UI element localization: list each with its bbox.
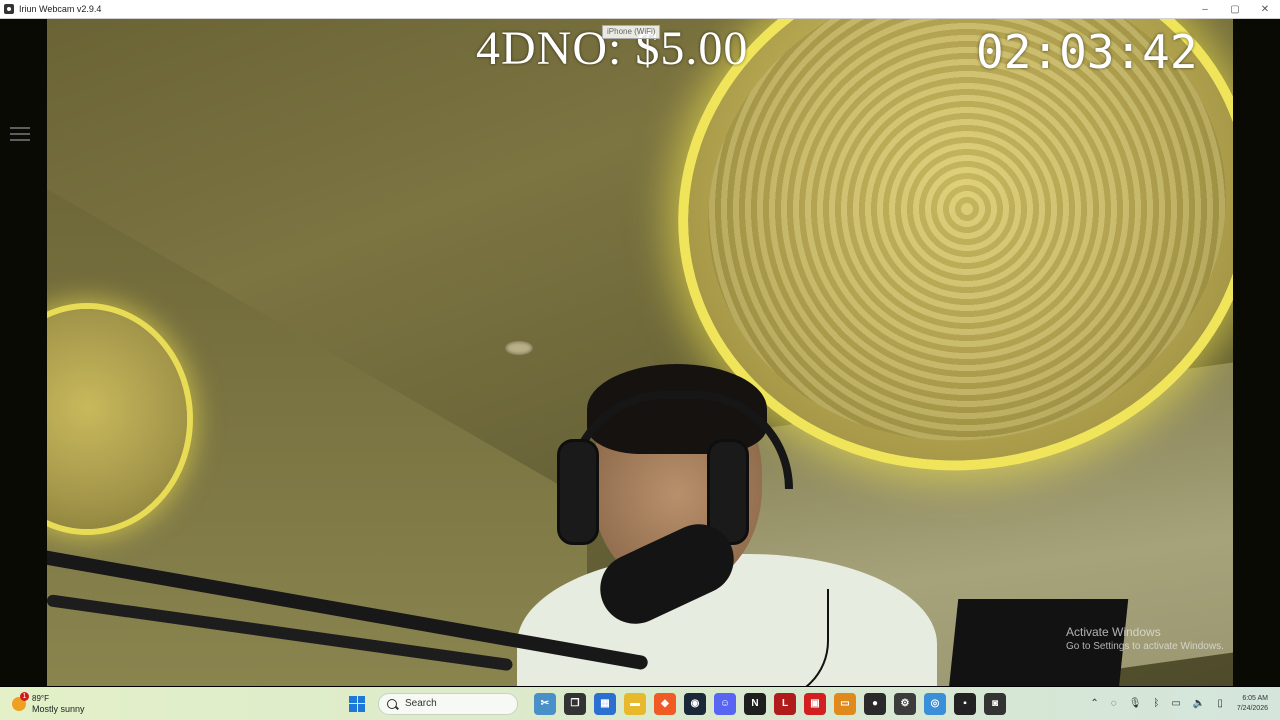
weather-temperature: 89°F <box>32 693 49 703</box>
taskbar-clock[interactable]: 6:05 AM 7/24/2026 <box>1237 694 1268 714</box>
window-title-bar: Iriun Webcam v2.9.4 – ▢ ✕ <box>0 0 1280 19</box>
iriun-app-icon <box>4 4 14 14</box>
watermark-title: Activate Windows <box>1066 625 1161 639</box>
chevron-up-icon[interactable]: ⌃ <box>1090 698 1098 709</box>
brave-icon[interactable]: ◆ <box>654 692 676 715</box>
window-title: Iriun Webcam v2.9.4 <box>19 4 102 14</box>
camera-app-icon[interactable]: ◙ <box>984 692 1006 715</box>
app-red-icon[interactable]: L <box>774 692 796 715</box>
minimize-button[interactable]: – <box>1190 0 1220 18</box>
taskbar-app-list: ✂ ❐ ▦ ▬ ◆ ◉ ☺ N L ▣ ▭ ● ⚙ ◎ ▪ ◙ <box>530 692 1010 715</box>
sun-icon: 1 <box>12 691 29 711</box>
steam-icon[interactable]: ◉ <box>684 692 706 715</box>
network-icon[interactable]: ◌ <box>1111 698 1117 709</box>
taskbar-search-box[interactable]: Search <box>378 692 518 715</box>
clock-date: 7/24/2026 <box>1236 704 1268 712</box>
webcam-feed <box>47 19 1233 686</box>
search-label: Search <box>405 698 437 709</box>
watermark-subtitle: Go to Settings to activate Windows. <box>1066 641 1224 652</box>
nvidia-icon[interactable]: N <box>744 692 766 715</box>
microphone-icon[interactable]: 🎙 <box>1129 698 1142 709</box>
store-icon[interactable]: ▦ <box>594 692 616 715</box>
roblox-studio-icon[interactable]: ▣ <box>804 692 826 715</box>
display-icon[interactable]: ▭ <box>1171 698 1180 709</box>
system-tray: ⌃ ◌ 🎙 ᛒ ▭ 🔈 ▯ <box>1084 698 1228 709</box>
task-view-icon[interactable]: ❐ <box>564 692 586 715</box>
windows-start-button[interactable] <box>349 695 365 712</box>
headphone-left-cup <box>557 439 599 545</box>
weather-condition: Mostly sunny <box>32 703 85 714</box>
window-controls: – ▢ ✕ <box>1190 0 1280 18</box>
headphone-cable <box>727 589 829 686</box>
bluetooth-icon[interactable]: ᛒ <box>1153 698 1159 709</box>
settings-gear-icon[interactable]: ⚙ <box>894 692 916 715</box>
app-orange-icon[interactable]: ▭ <box>834 692 856 715</box>
iriun-webcam-icon[interactable]: ◎ <box>924 692 946 715</box>
discord-icon[interactable]: ☺ <box>714 692 736 715</box>
notification-badge: 1 <box>20 691 29 701</box>
ceiling-spotlight <box>505 341 533 355</box>
snipping-tool-icon[interactable]: ✂ <box>534 692 556 715</box>
activate-windows-watermark: Activate Windows Go to Settings to activ… <box>1066 625 1224 652</box>
obs-icon[interactable]: ● <box>864 692 886 715</box>
weather-widget[interactable]: 1 89°F Mostly sunny <box>12 691 332 715</box>
file-explorer-icon[interactable]: ▬ <box>624 692 646 715</box>
battery-icon[interactable]: ▯ <box>1217 698 1223 709</box>
speaker-icon[interactable]: 🔈 <box>1193 698 1205 709</box>
webcam-viewport: 4DNO: $5.00 iPhone (WiFi) 02:03:42 Activ… <box>0 19 1280 686</box>
menu-hamburger-icon[interactable] <box>10 127 30 141</box>
search-icon <box>387 698 397 709</box>
device-tooltip: iPhone (WiFi) <box>602 25 661 39</box>
close-button[interactable]: ✕ <box>1250 0 1280 18</box>
maximize-button[interactable]: ▢ <box>1220 0 1250 18</box>
windows-taskbar: 1 89°F Mostly sunny Search ✂ ❐ ▦ ▬ ◆ ◉ ☺ N L ▣ ▭ ● ⚙… <box>0 687 1280 720</box>
app-dark-icon[interactable]: ▪ <box>954 692 976 715</box>
clock-time: 6:05 AM <box>1242 694 1268 702</box>
timer-overlay: 02:03:42 <box>976 25 1198 79</box>
